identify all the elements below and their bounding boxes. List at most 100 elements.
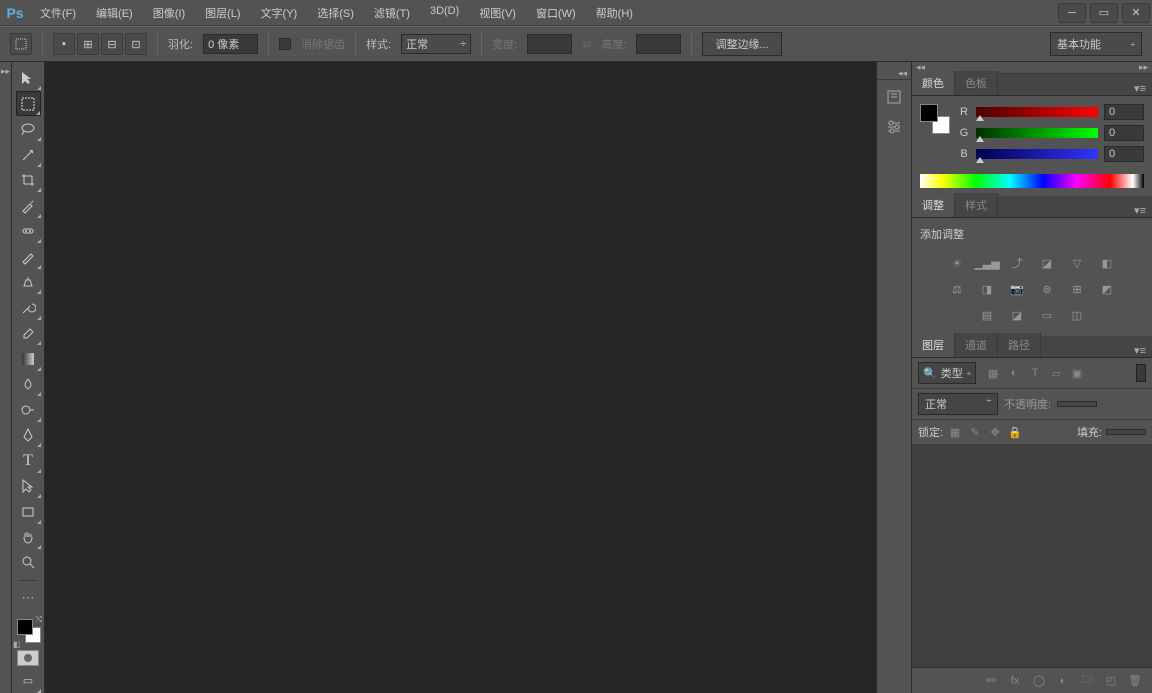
menu-3d[interactable]: 3D(D) (420, 0, 469, 26)
blur-tool[interactable] (16, 372, 41, 396)
tab-swatches[interactable]: 色板 (955, 71, 998, 95)
rectangle-tool[interactable] (16, 499, 41, 523)
lock-pixels-icon[interactable]: ✎ (967, 424, 983, 440)
photo-filter-icon[interactable]: 📷 (1006, 280, 1028, 298)
quick-mask-icon[interactable] (17, 650, 39, 666)
menu-layer[interactable]: 图层(L) (195, 0, 250, 26)
tab-styles[interactable]: 样式 (955, 193, 998, 217)
magic-wand-tool[interactable] (16, 142, 41, 166)
b-slider[interactable] (976, 149, 1098, 159)
menu-select[interactable]: 选择(S) (307, 0, 364, 26)
menu-type[interactable]: 文字(Y) (251, 0, 308, 26)
hand-tool[interactable] (16, 525, 41, 549)
new-selection-button[interactable]: ▪ (53, 33, 75, 55)
adjust-panel-menu-icon[interactable]: ▾≡ (1128, 204, 1152, 217)
invert-adjust-icon[interactable]: ◩ (1096, 280, 1118, 298)
menu-view[interactable]: 视图(V) (469, 0, 526, 26)
delete-layer-icon[interactable]: 🗑 (1126, 672, 1144, 690)
curves-adjust-icon[interactable]: ⤴ (1006, 254, 1028, 272)
color-swatches-tool[interactable]: ⤭ ◧ (15, 617, 41, 642)
edit-toolbar-icon[interactable]: ⋯ (16, 586, 41, 610)
r-slider[interactable] (976, 107, 1098, 117)
new-layer-icon[interactable]: ◰ (1102, 672, 1120, 690)
canvas-area[interactable] (45, 62, 876, 693)
panel-foreground-swatch[interactable] (920, 104, 938, 122)
threshold-adjust-icon[interactable]: ◪ (1006, 306, 1028, 324)
channel-mixer-icon[interactable]: ⊚ (1036, 280, 1058, 298)
b-value[interactable]: 0 (1104, 146, 1144, 162)
color-lookup-icon[interactable]: ⊞ (1066, 280, 1088, 298)
healing-brush-tool[interactable] (16, 219, 41, 243)
path-selection-tool[interactable] (16, 474, 41, 498)
r-value[interactable]: 0 (1104, 104, 1144, 120)
tab-adjustments[interactable]: 调整 (912, 193, 955, 217)
menu-image[interactable]: 图像(I) (143, 0, 195, 26)
color-panel-menu-icon[interactable]: ▾≡ (1128, 82, 1152, 95)
dodge-tool[interactable] (16, 397, 41, 421)
new-group-icon[interactable]: 🗀 (1078, 672, 1096, 690)
blend-mode-dropdown[interactable]: 正常÷ (918, 393, 998, 415)
properties-panel-icon[interactable] (881, 114, 907, 140)
opacity-input[interactable] (1057, 401, 1097, 407)
menu-window[interactable]: 窗口(W) (526, 0, 586, 26)
color-spectrum[interactable] (920, 174, 1144, 188)
g-slider[interactable] (976, 128, 1098, 138)
lasso-tool[interactable] (16, 117, 41, 141)
tab-color[interactable]: 颜色 (912, 71, 955, 95)
close-button[interactable]: ✕ (1122, 3, 1150, 23)
layer-mask-icon[interactable]: ◯ (1030, 672, 1048, 690)
layers-panel-menu-icon[interactable]: ▾≡ (1128, 344, 1152, 357)
gradient-map-icon[interactable]: ▭ (1036, 306, 1058, 324)
collapse-strip-icon[interactable]: ◂◂ (898, 68, 907, 79)
filter-type-icon[interactable]: T (1026, 364, 1044, 382)
brush-tool[interactable] (16, 244, 41, 268)
eraser-tool[interactable] (16, 321, 41, 345)
tab-paths[interactable]: 路径 (998, 333, 1041, 357)
swap-colors-icon[interactable]: ⤭ (36, 615, 42, 625)
hue-adjust-icon[interactable]: ◧ (1096, 254, 1118, 272)
maximize-button[interactable]: ▭ (1090, 3, 1118, 23)
add-selection-button[interactable]: ⊞ (77, 33, 99, 55)
marquee-tool[interactable] (16, 91, 41, 116)
tool-preset-picker[interactable] (10, 33, 32, 55)
lock-transparent-icon[interactable]: ▦ (947, 424, 963, 440)
link-layers-icon[interactable]: ⚯ (982, 672, 1000, 690)
zoom-tool[interactable] (16, 550, 41, 574)
clone-stamp-tool[interactable] (16, 270, 41, 294)
levels-adjust-icon[interactable]: ▁▃▅ (976, 254, 998, 272)
menu-filter[interactable]: 滤镜(T) (364, 0, 420, 26)
eyedropper-tool[interactable] (16, 193, 41, 217)
menu-help[interactable]: 帮助(H) (586, 0, 643, 26)
tab-layers[interactable]: 图层 (912, 333, 955, 357)
history-brush-tool[interactable] (16, 295, 41, 319)
menu-edit[interactable]: 编辑(E) (86, 0, 143, 26)
layer-filter-dropdown[interactable]: 🔍类型÷ (918, 362, 976, 384)
tab-channels[interactable]: 通道 (955, 333, 998, 357)
vibrance-adjust-icon[interactable]: ▽ (1066, 254, 1088, 272)
minimize-button[interactable]: ─ (1058, 3, 1086, 23)
feather-input[interactable] (203, 34, 258, 54)
filter-toggle[interactable] (1136, 364, 1146, 382)
filter-adjust-icon[interactable]: ◐ (1005, 364, 1023, 382)
move-tool[interactable] (16, 66, 41, 90)
brightness-adjust-icon[interactable]: ☀ (946, 254, 968, 272)
filter-pixel-icon[interactable]: ▦ (984, 364, 1002, 382)
selective-color-icon[interactable]: ◫ (1066, 306, 1088, 324)
crop-tool[interactable] (16, 168, 41, 192)
layer-style-icon[interactable]: fx (1006, 672, 1024, 690)
menu-file[interactable]: 文件(F) (30, 0, 86, 26)
lock-all-icon[interactable]: 🔒 (1007, 424, 1023, 440)
g-value[interactable]: 0 (1104, 125, 1144, 141)
default-colors-icon[interactable]: ◧ (13, 640, 21, 649)
color-balance-icon[interactable]: ⚖ (946, 280, 968, 298)
exposure-adjust-icon[interactable]: ◪ (1036, 254, 1058, 272)
intersect-selection-button[interactable]: ⊡ (125, 33, 147, 55)
foreground-color[interactable] (17, 619, 33, 635)
filter-smart-icon[interactable]: ▣ (1068, 364, 1086, 382)
bw-adjust-icon[interactable]: ◨ (976, 280, 998, 298)
screen-mode-icon[interactable]: ▭ (16, 669, 41, 693)
new-fill-layer-icon[interactable]: ◐ (1054, 672, 1072, 690)
workspace-switcher[interactable]: 基本功能÷ (1050, 32, 1142, 56)
expand-toolbar-icon[interactable]: ▸▸ (1, 66, 10, 77)
layers-list[interactable] (912, 445, 1152, 667)
